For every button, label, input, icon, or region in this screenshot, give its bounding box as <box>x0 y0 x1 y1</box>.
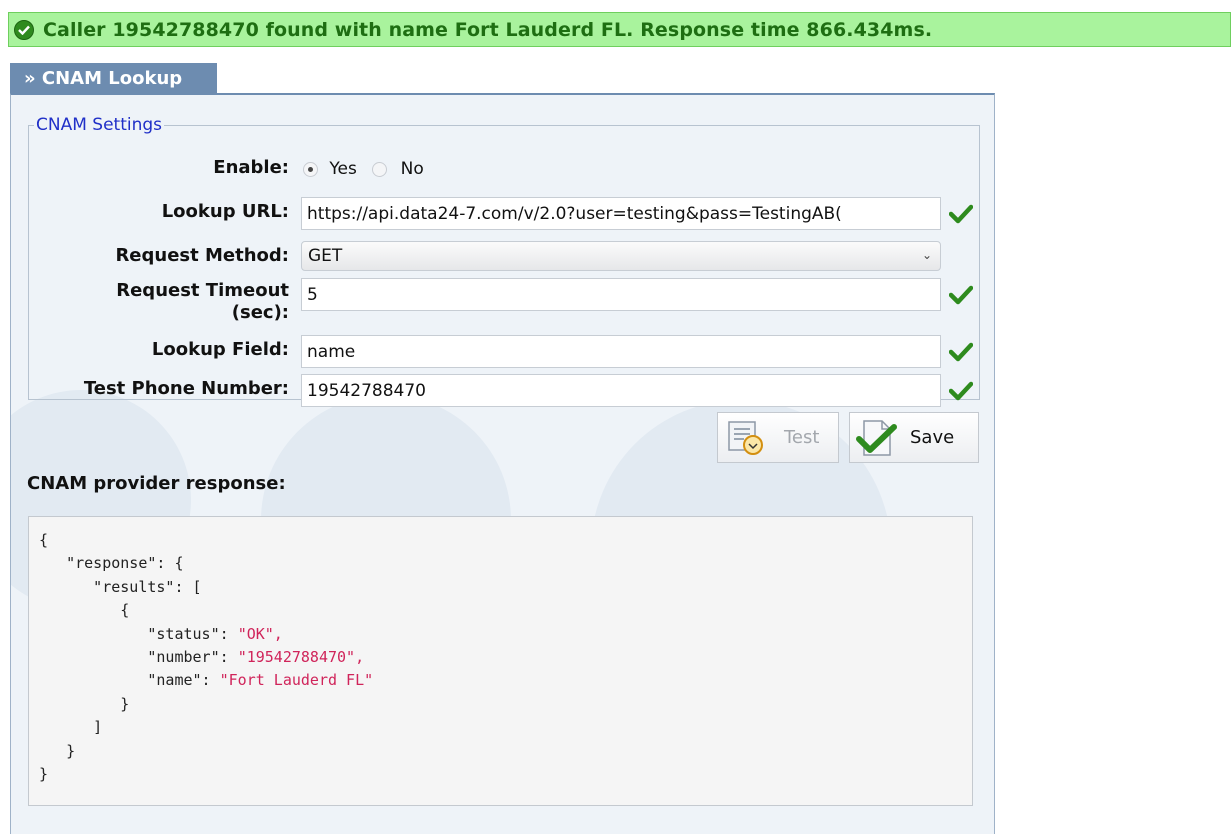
lookup-url-label: Lookup URL: <box>161 201 289 222</box>
cnam-settings-legend: CNAM Settings <box>36 115 163 135</box>
save-button-label: Save <box>910 427 955 448</box>
cnam-panel: CNAM Settings Enable: Yes No Lookup URL:… <box>10 93 995 834</box>
cnam-settings-group: CNAM Settings Enable: Yes No Lookup URL:… <box>28 115 980 407</box>
valid-check-icon <box>949 342 973 362</box>
status-message: Caller 19542788470 found with name Fort … <box>43 18 933 41</box>
enable-no-label: No <box>400 159 424 179</box>
test-phone-label: Test Phone Number: <box>83 378 289 399</box>
request-method-label: Request Method: <box>115 245 289 266</box>
response-title: CNAM provider response: <box>27 473 286 494</box>
save-check-icon <box>856 419 897 456</box>
response-number-value: "19542788470", <box>237 648 365 667</box>
enable-options: Yes No <box>303 159 424 179</box>
test-phone-input[interactable]: 19542788470 <box>301 374 941 407</box>
lookup-field-input[interactable]: name <box>301 335 941 368</box>
enable-no-radio[interactable] <box>372 161 388 177</box>
valid-check-icon <box>949 285 973 305</box>
request-method-value: GET <box>308 246 343 266</box>
enable-yes-radio[interactable] <box>303 161 318 177</box>
tab-cnam-lookup[interactable]: » CNAM Lookup <box>10 63 217 93</box>
save-button[interactable]: Save <box>849 412 979 463</box>
lookup-field-label: Lookup Field: <box>151 339 289 360</box>
status-banner: Caller 19542788470 found with name Fort … <box>8 12 1231 47</box>
valid-check-icon <box>949 204 973 224</box>
lookup-url-input[interactable]: https://api.data24-7.com/v/2.0?user=test… <box>301 197 941 230</box>
response-name-value: "Fort Lauderd FL" <box>219 671 374 690</box>
response-status-value: "OK", <box>237 624 283 643</box>
test-button[interactable]: Test <box>717 412 839 463</box>
test-button-label: Test <box>784 427 820 448</box>
chevron-down-icon: ⌄ <box>921 248 932 262</box>
enable-label: Enable: <box>213 157 289 178</box>
test-clock-icon <box>728 420 763 455</box>
request-timeout-label: Request Timeout (sec): <box>116 280 289 323</box>
valid-check-icon <box>949 381 973 401</box>
check-circle-icon <box>14 19 34 40</box>
response-json: { "response": { "results": [ { "status":… <box>28 516 973 806</box>
request-timeout-input[interactable]: 5 <box>301 278 941 311</box>
request-method-select[interactable]: GET ⌄ <box>301 241 941 271</box>
enable-yes-label: Yes <box>329 159 357 179</box>
